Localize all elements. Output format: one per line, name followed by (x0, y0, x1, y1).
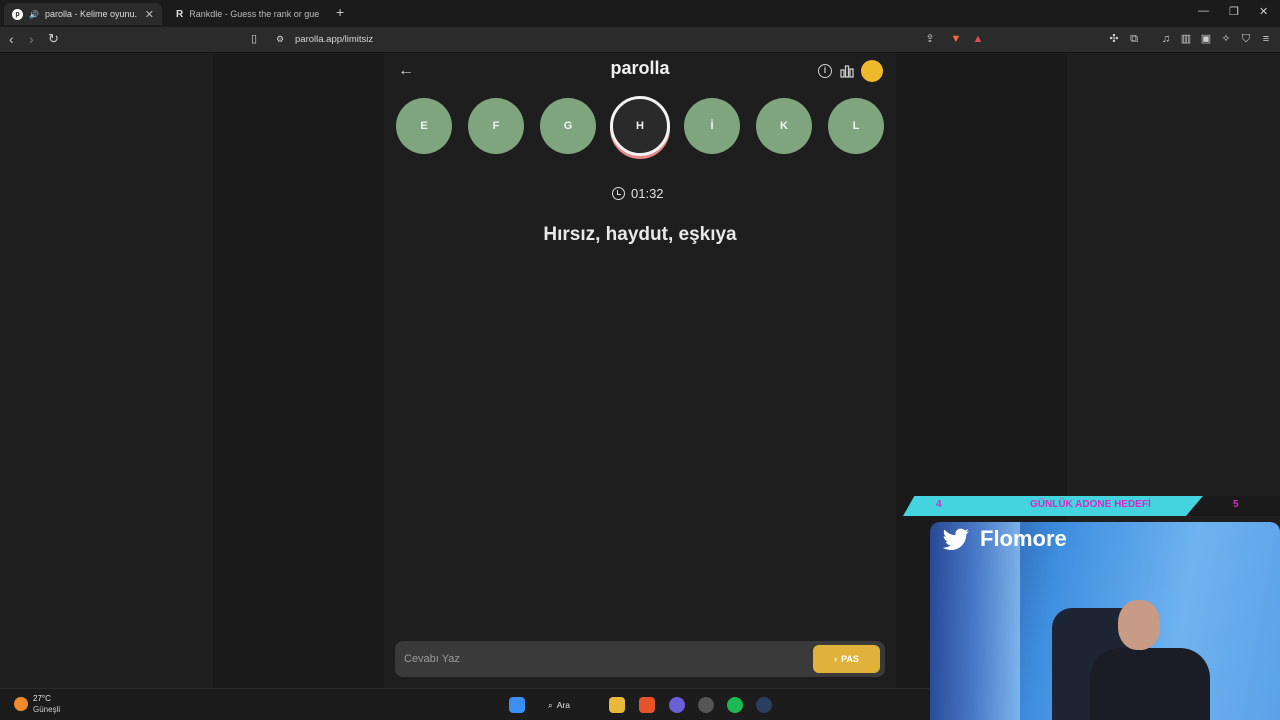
banner-left-value: 4 (936, 499, 942, 510)
stats-icon[interactable] (840, 64, 854, 78)
letter-circle-g: G (540, 98, 596, 154)
close-window-icon[interactable]: ✕ (1259, 5, 1268, 18)
windows-start-icon[interactable] (509, 697, 525, 713)
menu-icon[interactable]: ≡ (1260, 33, 1272, 45)
letter-circle-i: İ (684, 98, 740, 154)
letter-circle-e: E (396, 98, 452, 154)
browser-tab-rankdle[interactable]: R Rankdle - Guess the rank or guess th (168, 3, 332, 25)
close-tab-icon[interactable]: ✕ (145, 8, 154, 21)
weather-sun-icon[interactable] (14, 697, 28, 711)
url-field[interactable]: parolla.app/limitsiz (295, 34, 373, 45)
streamer-name: Flomore (980, 526, 1067, 551)
wallet-icon[interactable]: ▣ (1200, 33, 1212, 45)
forward-icon[interactable]: › (29, 31, 34, 47)
question-text: Hırsız, haydut, eşkıya (543, 224, 737, 245)
weather-description: Güneşli (33, 705, 61, 714)
info-icon[interactable]: i (818, 64, 832, 78)
taskbar-search-button[interactable]: ⌕ Ara (548, 697, 570, 713)
search-icon: ⌕ (548, 699, 553, 710)
chevron-right-icon: › (834, 654, 838, 664)
tab-label: Rankdle - Guess the rank or guess th (189, 9, 320, 19)
extensions-icon[interactable]: ✣ (1108, 33, 1120, 45)
new-tab-icon[interactable]: + (336, 4, 344, 20)
speaker-icon: 🔊 (29, 9, 39, 19)
site-settings-icon[interactable]: ⚙ (274, 33, 286, 45)
browser-tab-parolla[interactable]: p 🔊 parolla - Kelime oyunu. Günl ✕ (4, 3, 162, 25)
webcam-body (1090, 648, 1210, 720)
screenshot-icon[interactable]: ⧉ (1128, 33, 1140, 45)
back-arrow-icon[interactable]: ← (398, 62, 414, 80)
sidebar-icon[interactable]: ▥ (1180, 33, 1192, 45)
weather-temperature: 27°C (33, 694, 51, 703)
app-icon[interactable] (698, 697, 714, 713)
letter-circle-h-current: H (610, 96, 670, 156)
parolla-favicon-icon: p (12, 8, 23, 20)
search-label: Ara (556, 700, 570, 710)
bookmark-icon[interactable]: ▯ (248, 33, 260, 45)
pass-label: PAS (841, 654, 859, 664)
browser-tab-bar: p 🔊 parolla - Kelime oyunu. Günl ✕ R Ran… (0, 0, 1280, 27)
vpn-icon[interactable]: ⛉ (1240, 33, 1252, 45)
brave-browser-icon[interactable] (639, 697, 655, 713)
minimize-icon[interactable]: — (1198, 5, 1209, 17)
banner-right-value: 5 (1233, 499, 1239, 510)
rankdle-favicon-icon: R (176, 8, 184, 20)
timer: 01:32 (612, 186, 664, 201)
back-icon[interactable]: ‹ (9, 31, 14, 47)
leo-ai-icon[interactable]: ✧ (1220, 33, 1232, 45)
webcam-person (1118, 600, 1160, 650)
letter-circle-k: K (756, 98, 812, 154)
spotify-icon[interactable] (727, 697, 743, 713)
letter-circle-l: L (828, 98, 884, 154)
clock-icon (612, 187, 625, 200)
file-explorer-icon[interactable] (609, 697, 625, 713)
steam-icon[interactable] (756, 697, 772, 713)
address-bar-row: ‹ › ↻ ▯ ⚙ parolla.app/limitsiz ⇪ ▼ ▲ ✣ ⧉… (0, 27, 1280, 53)
brave-shields-icon[interactable]: ▼ (950, 33, 962, 45)
reload-icon[interactable]: ↻ (48, 31, 59, 47)
discord-icon[interactable] (669, 697, 685, 713)
banner-title: GÜNLÜK ADONE HEDEFİ (1030, 499, 1151, 510)
twitter-icon (942, 528, 969, 551)
app-title: parolla (610, 58, 670, 78)
timer-value: 01:32 (631, 186, 664, 201)
answer-input[interactable] (404, 648, 804, 670)
restore-icon[interactable]: ❐ (1229, 5, 1239, 18)
pass-button[interactable]: › PAS (813, 645, 880, 673)
avatar[interactable] (861, 60, 883, 82)
brave-rewards-icon[interactable]: ▲ (972, 33, 984, 45)
taskbar (0, 688, 930, 720)
letter-circle-f: F (468, 98, 524, 154)
share-icon[interactable]: ⇪ (924, 33, 936, 45)
music-icon[interactable]: ♫ (1160, 33, 1172, 45)
tab-label: parolla - Kelime oyunu. Günl (44, 9, 139, 19)
